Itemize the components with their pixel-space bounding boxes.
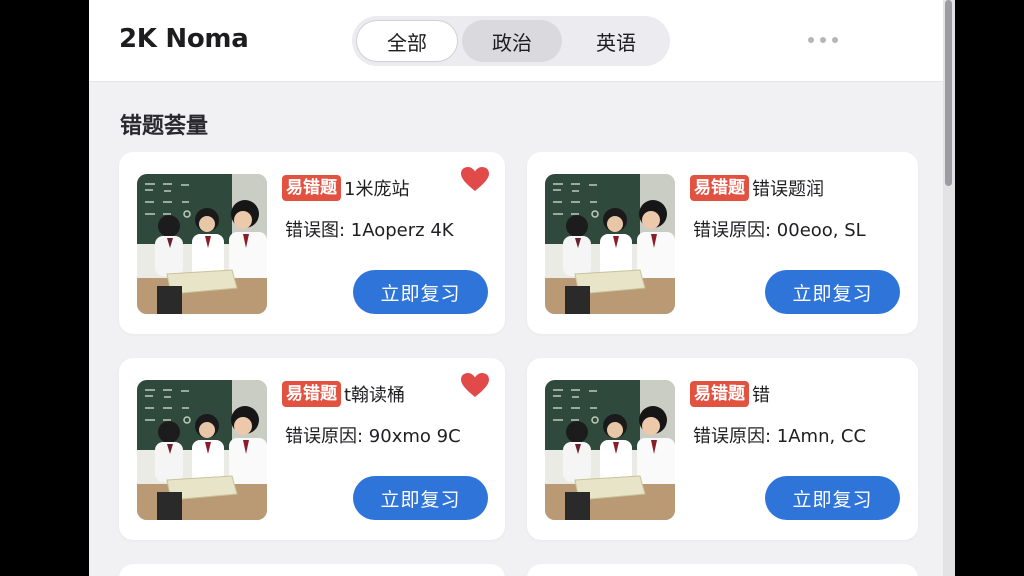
more-options-icon[interactable]: [808, 30, 838, 50]
error-reason: 错误原因: 00eoo, SL: [693, 220, 866, 241]
mistake-card: [527, 564, 918, 576]
more-dot: [820, 37, 826, 43]
heart-icon[interactable]: [460, 372, 490, 398]
app-window: 2K Noma 全部 政治 英语 错题荟量 易错题 1米庞站 错误图: 1Aop…: [89, 0, 953, 576]
review-now-button[interactable]: 立即复习: [765, 270, 900, 314]
mistake-card: 易错题 t翰读桶 错误原因: 90xmo 9C 立即复习: [119, 358, 505, 540]
section-title: 错题荟量: [120, 114, 209, 139]
mistake-card: [119, 564, 505, 576]
error-reason: 错误图: 1Aoperz 4K: [285, 220, 454, 241]
subject-tabs: 全部 政治 英语: [352, 16, 670, 66]
mistake-card: 易错题 1米庞站 错误图: 1Aoperz 4K 立即复习: [119, 152, 505, 334]
mistake-card: 易错题 错 错误原因: 1Amn, CC 立即复习: [527, 358, 918, 540]
error-prone-badge: 易错题: [282, 381, 341, 407]
review-now-button[interactable]: 立即复习: [765, 476, 900, 520]
header-bar: 2K Noma 全部 政治 英语: [89, 0, 953, 82]
card-topic: 1米庞站: [344, 179, 410, 200]
tab-english[interactable]: 英语: [566, 20, 666, 62]
card-heading: 易错题 错误题润: [690, 175, 824, 201]
error-prone-badge: 易错题: [690, 381, 749, 407]
review-now-button[interactable]: 立即复习: [353, 270, 488, 314]
mistake-card: 易错题 错误题润 错误原因: 00eoo, SL 立即复习: [527, 152, 918, 334]
classroom-thumbnail: [137, 174, 267, 314]
card-heading: 易错题 错: [690, 381, 770, 407]
more-dot: [808, 37, 814, 43]
classroom-thumbnail: [545, 174, 675, 314]
card-topic: 错误题润: [752, 179, 824, 200]
scrollbar-thumb[interactable]: [945, 0, 952, 186]
error-reason: 错误原因: 1Amn, CC: [693, 426, 867, 447]
error-prone-badge: 易错题: [690, 175, 749, 201]
error-reason: 错误原因: 90xmo 9C: [285, 426, 461, 447]
tab-politics[interactable]: 政治: [462, 20, 562, 62]
review-now-button[interactable]: 立即复习: [353, 476, 488, 520]
heart-icon[interactable]: [460, 166, 490, 192]
tab-all[interactable]: 全部: [356, 20, 458, 62]
more-dot: [832, 37, 838, 43]
error-prone-badge: 易错题: [282, 175, 341, 201]
card-topic: 错: [752, 385, 770, 406]
classroom-thumbnail: [545, 380, 675, 520]
card-heading: 易错题 t翰读桶: [282, 381, 405, 407]
card-topic: t翰读桶: [344, 385, 406, 406]
card-heading: 易错题 1米庞站: [282, 175, 409, 201]
app-title: 2K Noma: [119, 24, 249, 54]
classroom-thumbnail: [137, 380, 267, 520]
